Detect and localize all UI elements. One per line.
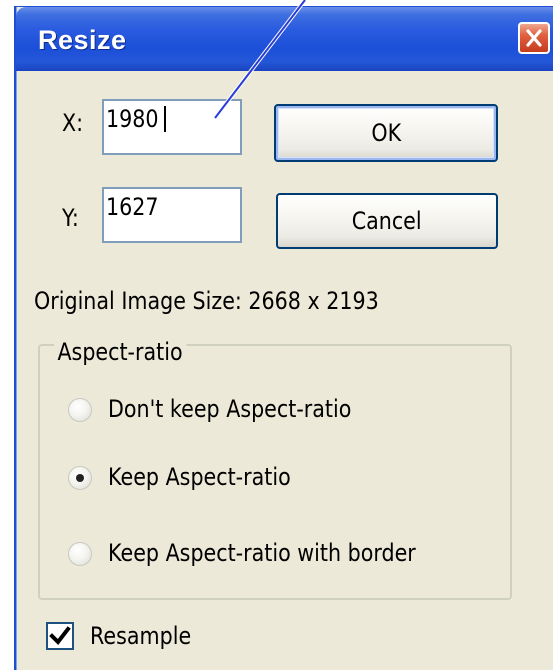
radio-keep-aspect[interactable] <box>68 466 92 490</box>
radio-selected-dot <box>76 474 84 482</box>
x-label: X: <box>62 109 84 137</box>
cancel-button-label: Cancel <box>352 207 422 235</box>
ok-button[interactable]: OK <box>274 104 498 162</box>
resample-checkbox[interactable] <box>46 622 74 650</box>
window-title: Resize <box>38 25 127 55</box>
radio-dont-keep-aspect[interactable] <box>68 398 92 422</box>
radio-dont-keep-aspect-label[interactable]: Don't keep Aspect-ratio <box>108 395 351 423</box>
radio-keep-aspect-border-label[interactable]: Keep Aspect-ratio with border <box>108 539 416 567</box>
cancel-button[interactable]: Cancel <box>276 193 498 249</box>
y-label: Y: <box>62 204 79 232</box>
text-caret <box>164 106 167 132</box>
close-icon <box>526 29 542 47</box>
checkmark-icon <box>49 626 71 646</box>
y-input[interactable]: 1627 <box>102 187 242 243</box>
ok-button-label: OK <box>371 119 401 147</box>
radio-keep-aspect-label[interactable]: Keep Aspect-ratio <box>108 463 291 491</box>
aspect-ratio-group-title: Aspect-ratio <box>54 338 187 366</box>
y-input-value: 1627 <box>106 193 159 221</box>
x-input-value: 1980 <box>106 105 159 133</box>
x-input[interactable]: 1980 <box>102 99 242 155</box>
radio-keep-aspect-border[interactable] <box>68 542 92 566</box>
original-size-text: Original Image Size: 2668 x 2193 <box>34 287 379 315</box>
screen: Resize X: 1980 OK Y: 1627 Cancel Origina… <box>0 0 553 670</box>
title-bar[interactable]: Resize <box>16 7 553 71</box>
close-button[interactable] <box>518 22 550 54</box>
resample-label[interactable]: Resample <box>90 622 191 650</box>
